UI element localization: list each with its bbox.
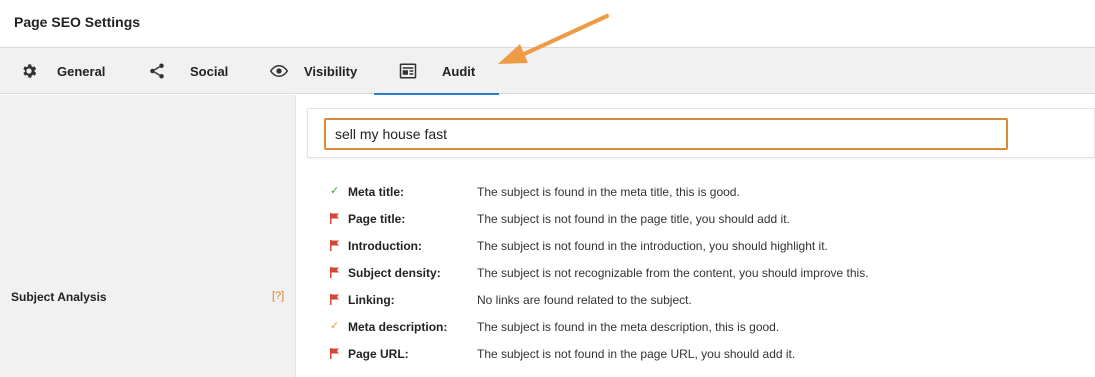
audit-message: The subject is not found in the page tit… [477, 211, 790, 226]
tab-bar: General Social Visibility Audit [0, 48, 1095, 95]
subject-input[interactable] [324, 118, 1008, 150]
subject-input-container [307, 108, 1095, 158]
check-icon: ✓ [330, 320, 340, 332]
tab-label: Visibility [304, 63, 358, 79]
panel-title: Page SEO Settings [14, 14, 141, 30]
audit-label: Linking: [348, 292, 395, 307]
flag-icon [330, 240, 348, 251]
audit-row-meta-description: ✓ Meta description: The subject is found… [330, 313, 1090, 340]
tab-label: Audit [442, 63, 476, 79]
flag-icon [330, 348, 348, 359]
help-link[interactable]: [?] [272, 290, 284, 302]
audit-label: Meta title: [348, 184, 405, 199]
audit-message: The subject is not found in the page URL… [477, 346, 796, 361]
audit-message: The subject is found in the meta title, … [477, 184, 740, 199]
audit-label: Page URL: [348, 346, 409, 361]
audit-row-introduction: Introduction: The subject is not found i… [330, 232, 1090, 259]
audit-results: ✓ Meta title: The subject is found in th… [330, 178, 1090, 367]
audit-row-subject-density: Subject density: The subject is not reco… [330, 259, 1090, 286]
audit-label: Page title: [348, 211, 406, 226]
gear-icon [20, 62, 38, 80]
flag-icon [330, 213, 348, 224]
tab-audit[interactable]: Audit [374, 48, 499, 95]
tab-label: Social [190, 63, 229, 79]
check-icon: ✓ [330, 185, 340, 197]
tab-general[interactable]: General [20, 48, 105, 94]
field-label-column [0, 95, 296, 377]
tab-label: General [57, 63, 106, 79]
audit-message: The subject is not found in the introduc… [477, 238, 828, 253]
tab-social[interactable]: Social [148, 48, 228, 94]
tab-visibility[interactable]: Visibility [270, 48, 357, 94]
eye-icon [270, 62, 288, 80]
audit-label: Subject density: [348, 265, 441, 280]
audit-row-page-title: Page title: The subject is not found in … [330, 205, 1090, 232]
audit-message: The subject is not recognizable from the… [477, 265, 869, 280]
audit-row-meta-title: ✓ Meta title: The subject is found in th… [330, 178, 1090, 205]
flag-icon [330, 267, 348, 278]
audit-card-icon [399, 62, 417, 80]
audit-row-linking: Linking: No links are found related to t… [330, 286, 1090, 313]
flag-icon [330, 294, 348, 305]
subject-analysis-label: Subject Analysis [11, 290, 107, 304]
share-icon [148, 62, 166, 80]
audit-message: No links are found related to the subjec… [477, 292, 692, 307]
audit-label: Meta description: [348, 319, 448, 334]
panel-header: Page SEO Settings [0, 0, 1095, 48]
audit-row-page-url: Page URL: The subject is not found in th… [330, 340, 1090, 367]
audit-message: The subject is found in the meta descrip… [477, 319, 780, 334]
audit-label: Introduction: [348, 238, 422, 253]
